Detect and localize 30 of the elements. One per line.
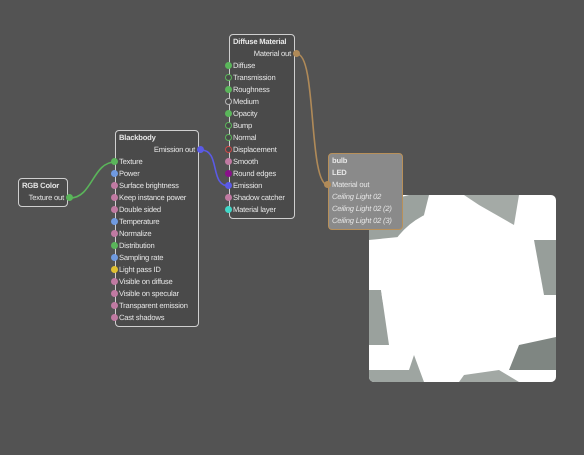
port-icon[interactable] — [224, 206, 232, 213]
port-icon[interactable] — [224, 86, 232, 93]
port-icon[interactable] — [224, 134, 232, 141]
port-icon[interactable] — [224, 146, 232, 153]
port-icon[interactable] — [110, 314, 118, 321]
port-icon[interactable] — [224, 158, 232, 165]
port-icon[interactable] — [110, 158, 118, 165]
port-icon[interactable] — [224, 74, 232, 81]
port-icon[interactable] — [110, 218, 118, 225]
port-icon[interactable] — [110, 170, 118, 177]
port-icon[interactable] — [110, 182, 118, 189]
port-icon[interactable] — [110, 290, 118, 297]
node-card[interactable] — [115, 130, 199, 327]
port-icon[interactable] — [110, 302, 118, 309]
port-icon[interactable] — [224, 110, 232, 117]
port-icon[interactable] — [110, 206, 118, 213]
port-icon[interactable] — [224, 98, 232, 105]
port-icon[interactable] — [224, 122, 232, 129]
port-icon[interactable] — [110, 278, 118, 285]
node-card[interactable] — [328, 153, 403, 230]
port-icon[interactable] — [324, 181, 330, 188]
node-card[interactable] — [229, 34, 295, 219]
port-icon[interactable] — [110, 254, 118, 261]
port-icon[interactable] — [110, 242, 118, 249]
port-icon[interactable] — [224, 62, 232, 69]
node-card[interactable] — [18, 178, 68, 207]
port-icon[interactable] — [110, 266, 118, 273]
port-icon[interactable] — [110, 194, 118, 201]
port-icon[interactable] — [110, 230, 118, 237]
port-icon[interactable] — [224, 194, 232, 201]
